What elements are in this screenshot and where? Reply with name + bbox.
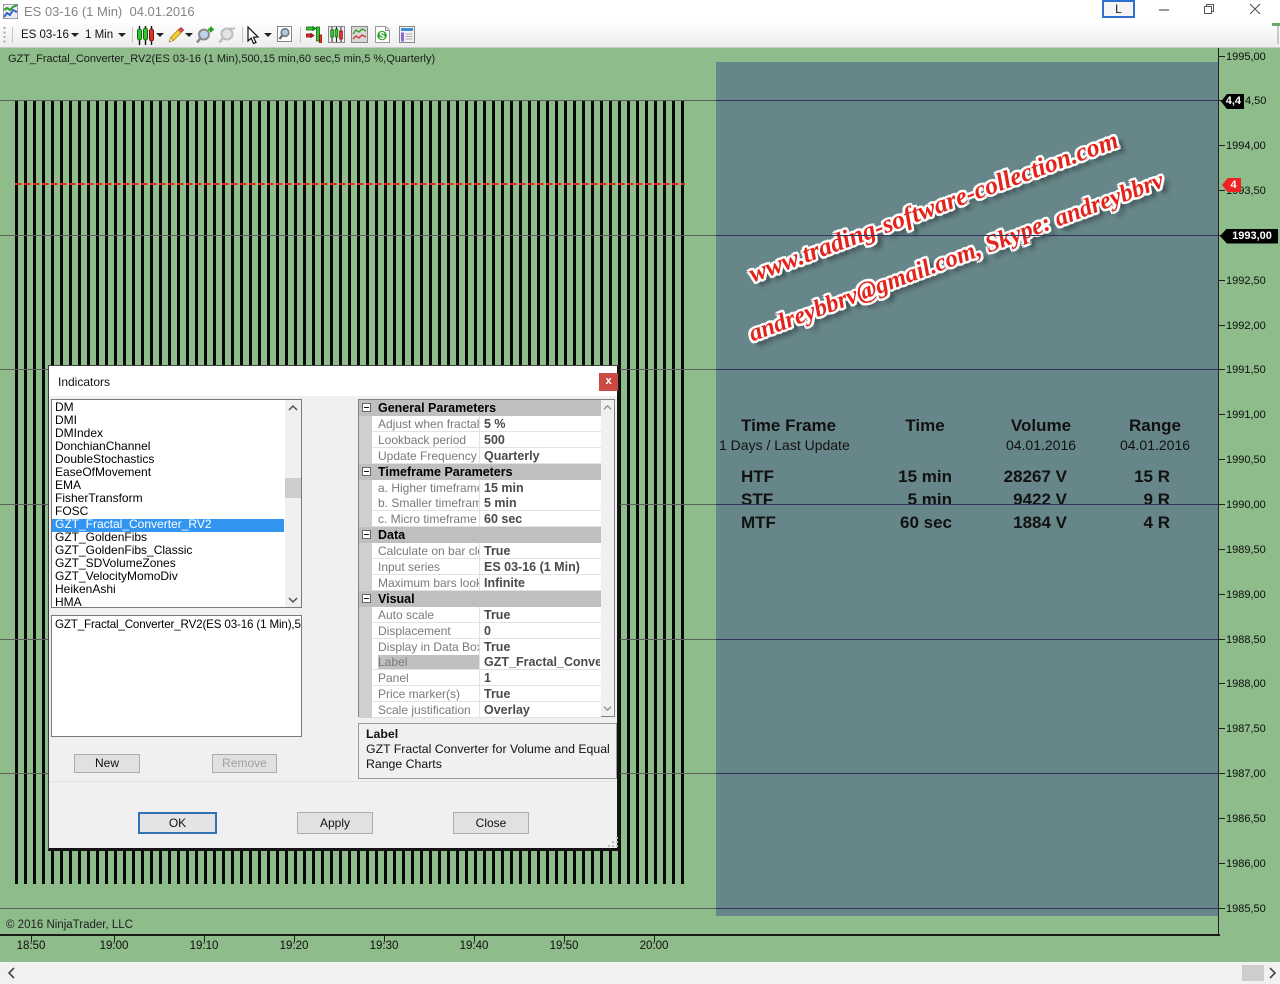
svg-text:$: $	[379, 31, 385, 42]
